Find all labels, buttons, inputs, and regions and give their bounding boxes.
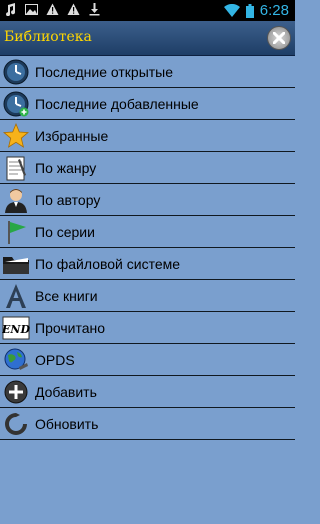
menu-item-label: Последние добавленные (35, 95, 199, 112)
menu-item-label: Все книги (35, 287, 98, 304)
close-icon (273, 32, 285, 44)
menu-item-label: По автору (35, 191, 101, 208)
title-bar: Библиотека (0, 21, 295, 56)
menu-item-recent-opened[interactable]: Последние открытые (0, 56, 295, 88)
menu-item-label: По жанру (35, 159, 97, 176)
warning-icon (46, 3, 59, 15)
menu-item-add[interactable]: Добавить (0, 376, 295, 408)
music-note-icon (6, 3, 16, 16)
flag-icon (0, 216, 32, 248)
folder-icon (0, 248, 32, 280)
menu-item-all-books[interactable]: Все книги (0, 280, 295, 312)
menu-item-label: Добавить (35, 383, 97, 400)
menu-item-recent-added[interactable]: Последние добавленные (0, 88, 295, 120)
battery-icon (245, 3, 254, 18)
refresh-icon (0, 408, 32, 440)
wifi-icon (223, 4, 240, 17)
menu-item-label: Обновить (35, 415, 99, 432)
clock-add-icon (0, 88, 32, 120)
person-icon (0, 184, 32, 216)
menu-item-by-file-system[interactable]: По файловой системе (0, 248, 295, 280)
svg-text:END: END (2, 323, 30, 336)
globe-icon (0, 344, 32, 376)
menu-item-favorites[interactable]: Избранные (0, 120, 295, 152)
download-icon (89, 3, 100, 16)
end-icon: END (0, 312, 32, 344)
plus-circle-icon (0, 376, 32, 408)
menu-item-by-author[interactable]: По автору (0, 184, 295, 216)
notification-icons (4, 3, 101, 16)
menu-item-refresh[interactable]: Обновить (0, 408, 295, 440)
library-menu: Последние открытые Последние добавленные… (0, 56, 295, 440)
system-icons: 6:28 (223, 2, 289, 19)
menu-item-label: Избранные (35, 127, 109, 144)
menu-item-label: По файловой системе (35, 255, 181, 272)
page-title: Библиотека (4, 29, 92, 45)
book-a-icon (0, 280, 32, 312)
notepad-icon (0, 152, 32, 184)
menu-item-label: Последние открытые (35, 63, 174, 80)
menu-item-label: По серии (35, 223, 95, 240)
clock-time: 6:28 (259, 2, 289, 19)
menu-item-label: OPDS (35, 351, 75, 368)
menu-item-label: Прочитано (35, 319, 105, 336)
clock-icon (0, 56, 32, 88)
warning-icon (67, 3, 80, 15)
status-bar: 6:28 (0, 0, 295, 21)
menu-item-read[interactable]: END Прочитано (0, 312, 295, 344)
menu-item-opds[interactable]: OPDS (0, 344, 295, 376)
image-icon (25, 4, 38, 15)
menu-item-by-genre[interactable]: По жанру (0, 152, 295, 184)
menu-item-by-series[interactable]: По серии (0, 216, 295, 248)
close-button[interactable] (267, 26, 291, 50)
star-icon (0, 120, 32, 152)
